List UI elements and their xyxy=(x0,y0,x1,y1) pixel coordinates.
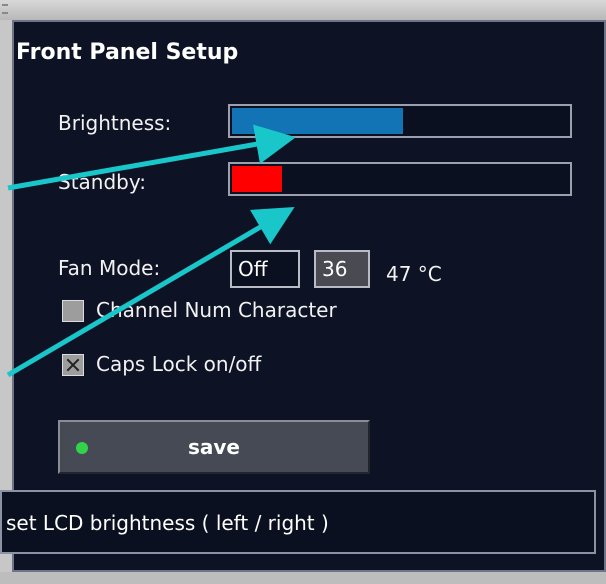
grip-icon xyxy=(2,4,8,14)
checkbox-icon[interactable] xyxy=(62,300,84,322)
fan-mode-field[interactable]: Off xyxy=(230,250,300,288)
fan-setpoint-field[interactable]: 36 xyxy=(314,250,370,288)
window-top-strip xyxy=(0,0,606,20)
save-button-label: save xyxy=(187,435,240,459)
status-bar: set LCD brightness ( left / right ) xyxy=(0,490,596,554)
channel-num-character-label[interactable]: Channel Num Character xyxy=(96,298,337,322)
brightness-label: Brightness: xyxy=(58,111,172,135)
fan-temperature: 47 °C xyxy=(386,262,442,286)
standby-label: Standby: xyxy=(58,170,146,194)
brightness-slider[interactable] xyxy=(228,104,572,138)
brightness-slider-fill xyxy=(232,108,403,134)
standby-slider[interactable] xyxy=(228,162,572,196)
fan-mode-label: Fan Mode: xyxy=(58,256,161,280)
caps-lock-label[interactable]: Caps Lock on/off xyxy=(96,352,261,376)
status-text: set LCD brightness ( left / right ) xyxy=(6,511,329,535)
checkbox-icon[interactable] xyxy=(62,354,84,376)
standby-slider-fill xyxy=(232,166,282,192)
save-button[interactable]: save xyxy=(58,420,370,474)
window-bottom-strip xyxy=(0,572,606,584)
page-title: Front Panel Setup xyxy=(16,40,239,65)
